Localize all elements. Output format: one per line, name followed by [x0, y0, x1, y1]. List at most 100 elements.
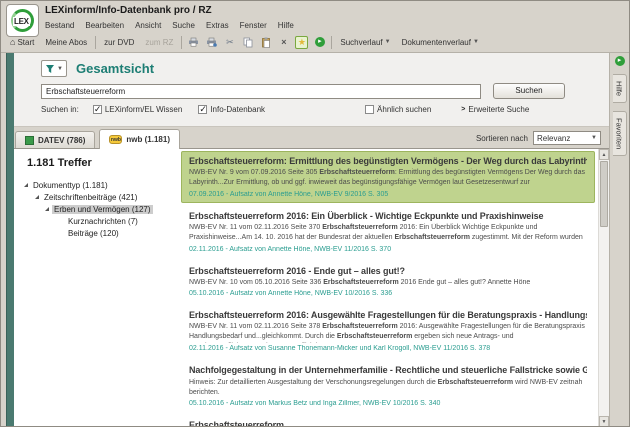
tab-nwb[interactable]: nwb nwb (1.181) [99, 129, 180, 149]
result-title: Erbschaftsteuerreform 2016: Ausgewählte … [189, 310, 587, 320]
view-title: Gesamtsicht [76, 61, 154, 76]
favorites-star-icon[interactable]: ★ [295, 36, 308, 49]
chevron-down-icon: ▼ [385, 39, 391, 45]
menu-hilfe[interactable]: Hilfe [278, 21, 294, 30]
scrollbar-thumb[interactable] [600, 161, 608, 227]
sort-label: Sortieren nach [476, 134, 528, 143]
result-item[interactable]: Erbschaftsteuerreform: Ermittlung des be… [181, 151, 595, 203]
chevron-down-icon: ▼ [591, 135, 597, 141]
content-area: ▼ Gesamtsicht Suchen Suchen in: LEXinfor… [1, 53, 629, 427]
start-button[interactable]: ⌂ Start [7, 35, 37, 49]
tree-item-zeitschriftenbeitraege[interactable]: Zeitschriftenbeiträge (421) [14, 191, 177, 203]
delete-icon[interactable]: × [277, 36, 290, 49]
search-panel: ▼ Gesamtsicht Suchen Suchen in: LEXinfor… [14, 53, 609, 127]
tab-datev[interactable]: DATEV (786) [15, 131, 95, 148]
lex-logo-text: LEX [13, 17, 30, 26]
result-title: Erbschaftsteuerreform 2016: Ein Überblic… [189, 211, 587, 221]
zur-dvd-button[interactable]: zur DVD [101, 36, 137, 49]
result-item[interactable]: Erbschaftsteuerreform 2016: Ausgewählte … [181, 305, 595, 357]
menu-fenster[interactable]: Fenster [240, 21, 267, 30]
right-rail: ▸ Hilfe Favoriten [609, 53, 629, 427]
result-item[interactable]: Erbschaftsteuerreform 2016: Ein Überblic… [181, 206, 595, 258]
tree-expand-icon[interactable] [24, 183, 28, 187]
result-item[interactable]: Erbschaftsteuerreform Online-Beitrag vom… [181, 415, 595, 427]
result-meta-link[interactable]: 02.11.2016 - Aufsatz von Susanne Thonema… [189, 345, 587, 352]
scroll-down-icon[interactable]: ▼ [599, 416, 609, 427]
menu-ansicht[interactable]: Ansicht [135, 21, 161, 30]
advanced-search-link[interactable]: > Erweiterte Suche [461, 105, 529, 114]
filter-icon [45, 64, 55, 74]
meine-abos-button[interactable]: Meine Abos [42, 36, 90, 49]
result-list: Erbschaftsteuerreform: Ermittlung des be… [177, 149, 598, 427]
result-snippet: NWB-EV Nr. 10 vom 05.10.2016 Seite 336 E… [189, 278, 587, 288]
menu-bestand[interactable]: Bestand [45, 21, 74, 30]
copy-icon[interactable] [241, 36, 254, 49]
dokumentenverlauf-button[interactable]: Dokumentenverlauf▼ [399, 36, 482, 49]
toolbar-separator [95, 36, 96, 49]
results-scrollbar[interactable]: ▲ ▼ [598, 149, 609, 427]
left-accent-stripe [6, 53, 14, 427]
chevron-down-icon: ▼ [57, 66, 63, 72]
search-button[interactable]: Suchen [493, 83, 565, 99]
result-meta-link[interactable]: 02.11.2016 - Aufsatz von Annette Höne, N… [189, 246, 587, 253]
rail-green-icon[interactable]: ▸ [615, 56, 625, 66]
result-snippet: NWB-EV Nr. 11 vom 02.11.2016 Seite 378 E… [189, 322, 587, 343]
result-title: Nachfolgegestaltung in der Unternehmerfa… [189, 365, 587, 376]
advanced-arrow-icon: > [461, 106, 465, 113]
result-item[interactable]: Erbschaftsteuerreform 2016 - Ende gut – … [181, 261, 595, 302]
filter-button[interactable]: ▼ [41, 60, 67, 77]
result-snippet: NWB-EV Nr. 11 vom 02.11.2016 Seite 370 E… [189, 223, 587, 244]
toolbar: ⌂ Start Meine Abos zur DVD zum RZ ✂ × ★ … [1, 32, 629, 53]
scope-option-label: LEXinform/EL Wissen [105, 105, 183, 114]
checkbox-aehnlich-suchen[interactable] [365, 105, 374, 114]
result-meta-link[interactable]: 07.09.2016 - Aufsatz von Annette Höne, N… [189, 191, 587, 198]
home-icon: ⌂ [10, 37, 15, 47]
scroll-up-icon[interactable]: ▲ [599, 149, 609, 160]
nwb-tab-icon: nwb [109, 135, 122, 144]
scope-option-label: Info-Datenbank [210, 105, 265, 114]
toolbar-separator [331, 36, 332, 49]
menubar: Bestand Bearbeiten Ansicht Suche Extras … [1, 19, 629, 32]
tab-favoriten-vertical[interactable]: Favoriten [613, 111, 627, 156]
cut-icon[interactable]: ✂ [223, 36, 236, 49]
toolbar-separator [181, 36, 182, 49]
sort-select[interactable]: Relevanz ▼ [533, 131, 601, 145]
result-title: Erbschaftsteuerreform: Ermittlung des be… [189, 156, 587, 166]
tree-expand-icon[interactable] [45, 207, 49, 211]
tree-item-kurznachrichten[interactable]: Kurznachrichten (7) [14, 215, 177, 227]
window-title: LEXinform/Info-Datenbank pro / RZ [1, 1, 629, 19]
result-snippet: Hinweis: Zur detaillierten Ausgestaltung… [189, 378, 587, 398]
printer-settings-icon[interactable] [205, 36, 218, 49]
checkbox-info-datenbank[interactable] [198, 105, 207, 114]
paste-icon[interactable] [259, 36, 272, 49]
result-meta-link[interactable]: 05.10.2016 - Aufsatz von Annette Höne, N… [189, 290, 587, 297]
result-meta-link[interactable]: 05.10.2016 - Aufsatz von Markus Betz und… [189, 400, 587, 407]
menu-suche[interactable]: Suche [172, 21, 195, 30]
tree-item-dokumenttyp[interactable]: Dokumenttyp (1.181) [14, 179, 177, 191]
result-snippet: NWB-EV Nr. 9 vom 07.09.2016 Seite 305 Er… [189, 168, 587, 189]
zum-rz-button: zum RZ [142, 36, 176, 49]
suchverlauf-button[interactable]: Suchverlauf▼ [337, 36, 393, 49]
lex-logo: LEX [6, 4, 39, 37]
source-tabstrip: DATEV (786) nwb nwb (1.181) Sortieren na… [14, 127, 609, 149]
tree-item-beitraege[interactable]: Beiträge (120) [14, 227, 177, 239]
tree-item-erben-und-vermoegen[interactable]: Erben und Vermögen (127) [14, 203, 177, 215]
go-icon[interactable]: ▸ [313, 36, 326, 49]
search-input[interactable] [41, 84, 481, 99]
checkbox-lexinform-el-wissen[interactable] [93, 105, 102, 114]
menu-bearbeiten[interactable]: Bearbeiten [85, 21, 124, 30]
chevron-down-icon: ▼ [473, 39, 479, 45]
tab-hilfe-vertical[interactable]: Hilfe [613, 74, 627, 103]
app-window: LEX LEXinform/Info-Datenbank pro / RZ Be… [0, 0, 630, 427]
result-count: 1.181 Treffer [27, 157, 177, 169]
result-item[interactable]: Nachfolgegestaltung in der Unternehmerfa… [181, 360, 595, 412]
facet-tree-panel: 1.181 Treffer Dokumenttyp (1.181) Zeitsc… [14, 149, 177, 427]
datev-tab-icon [25, 136, 34, 145]
menu-extras[interactable]: Extras [206, 21, 229, 30]
result-title: Erbschaftsteuerreform [189, 420, 587, 427]
similar-label: Ähnlich suchen [377, 105, 431, 114]
tree-expand-icon[interactable] [35, 195, 39, 199]
scope-label: Suchen in: [41, 105, 79, 114]
printer-icon[interactable] [187, 36, 200, 49]
scrollbar-track[interactable] [599, 228, 609, 416]
